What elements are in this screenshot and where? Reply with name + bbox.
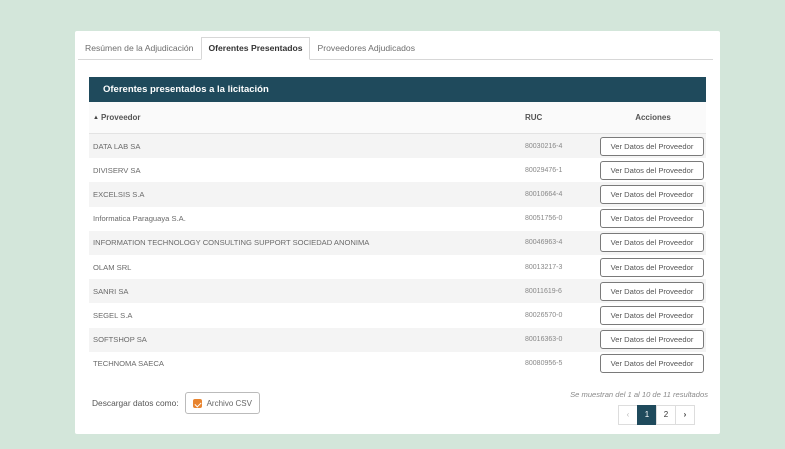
ver-datos-proveedor-button[interactable]: Ver Datos del Proveedor [600,233,704,253]
proveedor-header-label: Proveedor [100,113,141,122]
panel-title: Oferentes presentados a la licitación [89,77,706,102]
pagination-next-button[interactable]: › [675,405,695,425]
tab-proveedores-adjudicados[interactable]: Proveedores Adjudicados [311,37,422,59]
table-row: TECHNOMA SAECA 80080956-5 Ver Datos del Pr… [89,352,706,376]
cell-acciones: Ver Datos del Proveedor [600,209,706,229]
cell-ruc: 80013217-3 [525,263,563,271]
ver-datos-proveedor-button[interactable]: Ver Datos del Proveedor [600,281,704,301]
cell-proveedor: SEGEL S.A [93,310,133,320]
ver-datos-proveedor-button[interactable]: Ver Datos del Proveedor [600,136,704,156]
cell-ruc: 80010664-4 [525,190,563,198]
cell-ruc: 80016363-0 [525,336,563,344]
main-card: Resúmen de la Adjudicación Oferentes Pre… [75,31,720,434]
cell-ruc: 80080956-5 [525,360,563,368]
cell-proveedor: INFORMATION TECHNOLOGY CONSULTING SUPPOR… [93,238,370,248]
cell-acciones: Ver Datos del Proveedor [600,233,706,253]
cell-acciones: Ver Datos del Proveedor [600,354,706,374]
cell-proveedor: SANRI SA [93,286,129,296]
table-header: ▲︎ Proveedor RUC Acciones [89,102,706,134]
cell-acciones: Ver Datos del Proveedor [600,330,706,350]
pagination: ‹ 1 2 › [618,405,695,425]
oferentes-table: ▲︎ Proveedor RUC Acciones DATA LAB SA 800… [89,102,706,376]
table-row: DIVISERV SA 80029476-1 Ver Datos del Prove… [89,158,706,182]
ver-datos-proveedor-button[interactable]: Ver Datos del Proveedor [600,160,704,180]
ver-datos-proveedor-button[interactable]: Ver Datos del Proveedor [600,305,704,325]
cell-ruc: 80029476-1 [525,166,563,174]
table-row: SANRI SA 80011619-6 Ver Datos del Proveedo… [89,279,706,304]
table-row: SEGEL S.A 80026570-0 Ver Datos del Proveed… [89,303,706,327]
cell-proveedor: Informatica Paraguaya S.A. [93,214,186,224]
table-row: INFORMATION TECHNOLOGY CONSULTING SUPPOR… [89,230,706,255]
tab-bar: Resúmen de la Adjudicación Oferentes Pre… [78,37,713,60]
cell-ruc: 80011619-6 [525,287,562,295]
tab-oferentes-presentados[interactable]: Oferentes Presentados [201,37,310,60]
ver-datos-proveedor-button[interactable]: Ver Datos del Proveedor [600,209,704,229]
cell-acciones: Ver Datos del Proveedor [600,160,706,180]
cell-proveedor: TECHNOMA SAECA [93,359,164,369]
cell-proveedor: DIVISERV SA [93,165,141,175]
table-row: EXCELSIS S.A 80010664-4 Ver Datos del Prov… [89,182,706,207]
download-icon [192,398,202,408]
ver-datos-proveedor-button[interactable]: Ver Datos del Proveedor [600,330,704,350]
cell-proveedor: SOFTSHOP SA [93,335,147,345]
cell-ruc: 80026570-0 [525,311,563,319]
csv-button-label: Archivo CSV [206,398,252,408]
pagination-page-1[interactable]: 1 [637,405,657,425]
pagination-page-2[interactable]: 2 [656,405,676,425]
cell-ruc: 80046963-4 [525,239,563,247]
table-body: DATA LAB SA 80030216-4 Ver Datos del Prove… [89,134,706,376]
table-row: DATA LAB SA 80030216-4 Ver Datos del Prove… [89,134,706,159]
cell-acciones: Ver Datos del Proveedor [600,281,706,301]
cell-ruc: 80030216-4 [525,142,563,150]
table-row: Informatica Paraguaya S.A. 80051756-0 Ver … [89,207,706,231]
cell-proveedor: EXCELSIS S.A [93,189,145,199]
column-header-acciones: Acciones [635,113,671,122]
results-info: Se muestran del 1 al 10 de 11 resultados [570,390,708,399]
cell-acciones: Ver Datos del Proveedor [600,257,706,277]
csv-download-button[interactable]: Archivo CSV [184,392,260,414]
ver-datos-proveedor-button[interactable]: Ver Datos del Proveedor [600,257,704,277]
cell-ruc: 80051756-0 [525,215,563,223]
download-section: Descargar datos como: Archivo CSV [92,392,260,414]
cell-acciones: Ver Datos del Proveedor [600,136,706,156]
cell-acciones: Ver Datos del Proveedor [600,184,706,204]
pagination-prev-button[interactable]: ‹ [618,405,638,425]
cell-proveedor: OLAM SRL [93,262,132,272]
ver-datos-proveedor-button[interactable]: Ver Datos del Proveedor [600,184,704,204]
tab-resumen-adjudicacion[interactable]: Resúmen de la Adjudicación [78,37,200,59]
column-header-ruc: RUC [525,113,543,122]
table-row: SOFTSHOP SA 80016363-0 Ver Datos del Prove… [89,327,706,352]
column-header-proveedor[interactable]: ▲︎ Proveedor [89,113,525,122]
sort-icon[interactable]: ▲︎ [93,115,99,121]
cell-proveedor: DATA LAB SA [93,141,141,151]
ver-datos-proveedor-button[interactable]: Ver Datos del Proveedor [600,354,704,374]
table-row: OLAM SRL 80013217-3 Ver Datos del Proveedo… [89,255,706,279]
download-label: Descargar datos como: [92,398,179,408]
cell-acciones: Ver Datos del Proveedor [600,305,706,325]
